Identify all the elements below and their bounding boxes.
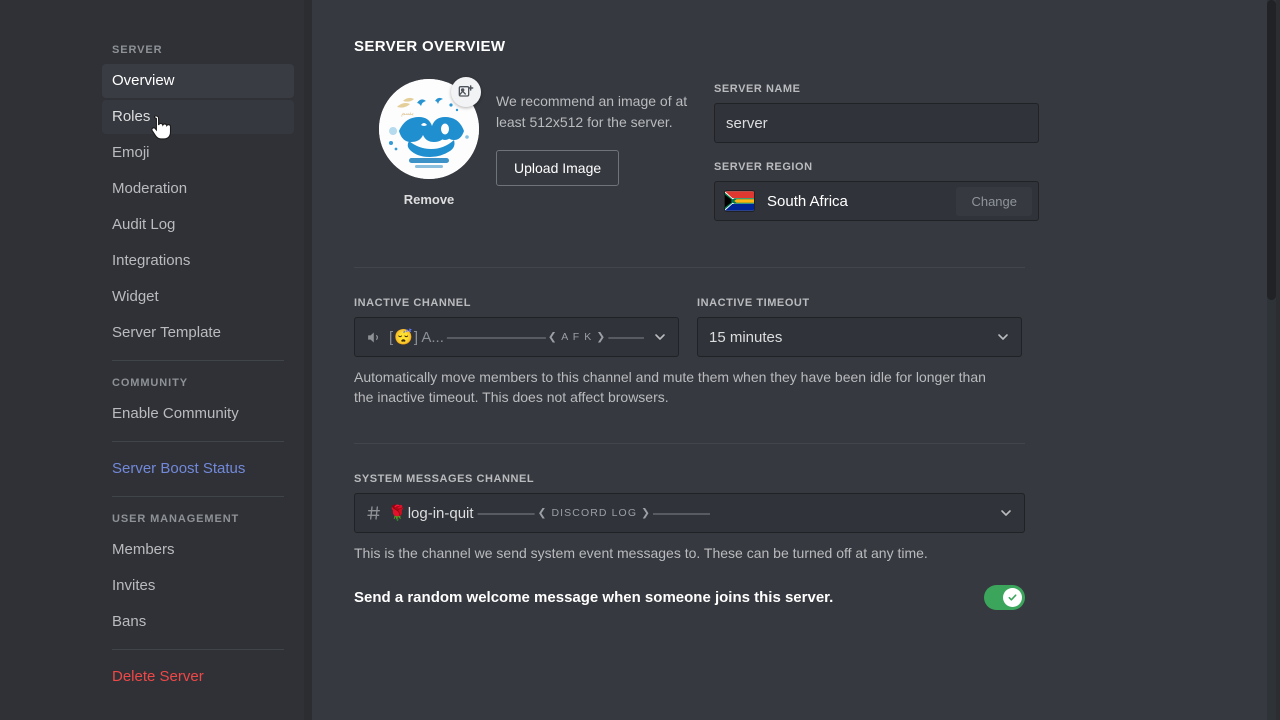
right-gutter — [1276, 0, 1280, 720]
text-channel-icon — [366, 505, 382, 521]
settings-content: Server Overview بسم — [312, 0, 1280, 720]
south-africa-flag-icon — [725, 191, 754, 211]
inactive-channel-prefix: [ — [389, 328, 394, 346]
sidebar-item-bans[interactable]: Bans — [102, 605, 294, 639]
toggle-knob — [1003, 588, 1022, 607]
check-icon — [1008, 594, 1017, 601]
inactive-timeout-select[interactable]: 15 minutes — [697, 317, 1022, 357]
sidebar-section-header: Community — [112, 377, 188, 389]
inactive-timeout-value: 15 minutes — [709, 328, 783, 346]
system-messages-group: System Messages Channel 🌹 log-in-quit ——… — [354, 473, 1280, 563]
sidebar-item-audit-log[interactable]: Audit Log — [102, 208, 294, 242]
inactive-description: Automatically move members to this chann… — [354, 369, 986, 405]
inactive-channel-group: Inactive Channel [ 😴 ] A... — [354, 297, 679, 357]
server-region-label: Server Region — [714, 161, 813, 173]
svg-text:بسم: بسم — [401, 109, 414, 117]
sidebar-item-widget[interactable]: Widget — [102, 280, 294, 314]
sidebar-item-roles[interactable]: Roles — [102, 100, 294, 134]
system-toggles: Send a random welcome message when someo… — [354, 585, 1280, 610]
sidebar-separator — [112, 649, 284, 650]
system-messages-select[interactable]: 🌹 log-in-quit ———— ❮ DISCORD LOG ❯ ———— — [354, 493, 1025, 533]
inactive-channel-emoji: 😴 — [394, 329, 413, 346]
recommend-text: We recommend an image of at least 512x51… — [496, 93, 688, 130]
server-region-row: South Africa Change — [714, 181, 1039, 221]
server-region-value: South Africa — [767, 192, 848, 210]
sidebar-item-delete-server[interactable]: Delete Server — [102, 660, 294, 694]
sidebar-section-header: User Management — [112, 513, 240, 525]
add-image-icon — [458, 85, 474, 97]
system-messages-label: System Messages Channel — [354, 473, 535, 485]
sidebar-item-overview[interactable]: Overview — [102, 64, 294, 98]
page-title: Server Overview — [354, 38, 506, 55]
avatar-recommendation: We recommend an image of at least 512x51… — [496, 79, 706, 186]
settings-sidebar: Server Overview Roles Emoji Moderation Audit … — [0, 0, 304, 720]
sidebar-separator — [112, 441, 284, 442]
sidebar-item-invites[interactable]: Invites — [102, 569, 294, 603]
voice-channel-icon — [366, 329, 383, 346]
server-fields-column: Server Name Server Region — [714, 79, 1039, 221]
sidebar-item-integrations[interactable]: Integrations — [102, 244, 294, 278]
section-divider-1 — [354, 267, 1025, 268]
inactive-channel-select[interactable]: [ 😴 ] A... ——————— ❮ A F K ❯ ———— ... — [354, 317, 679, 357]
toggle-row: Send a random welcome message when someo… — [354, 585, 1025, 610]
inactive-timeout-label: Inactive Timeout — [697, 297, 810, 309]
toggle-label: Send a random welcome message when someo… — [354, 589, 834, 606]
sidebar-divider — [304, 0, 312, 720]
sidebar-separator — [112, 496, 284, 497]
server-name-label: Server Name — [714, 83, 801, 95]
system-messages-emoji: 🌹 — [388, 505, 407, 522]
server-identity-row: بسم Remove We recommend an image of at l… — [354, 77, 1280, 221]
sidebar-item-server-template[interactable]: Server Template — [102, 316, 294, 350]
system-messages-name: log-in-quit — [407, 504, 474, 522]
system-messages-rule-right: ———— — [653, 504, 710, 522]
scrollbar-thumb[interactable] — [1267, 0, 1276, 300]
inactive-channel-label: Inactive Channel — [354, 297, 471, 309]
welcome-message-toggle[interactable] — [984, 585, 1025, 610]
inactive-channel-rule-right: ———— — [608, 328, 644, 346]
sidebar-section-header: Server — [112, 44, 163, 56]
sidebar-item-moderation[interactable]: Moderation — [102, 172, 294, 206]
inactive-settings-row: Inactive Channel [ 😴 ] A... — [354, 297, 1280, 357]
server-avatar-column: بسم Remove — [354, 77, 504, 207]
section-divider-2 — [354, 443, 1025, 444]
sidebar-list: Server Overview Roles Emoji Moderation Audit … — [102, 38, 294, 694]
inactive-channel-suffix: ] A... — [413, 328, 444, 346]
inactive-timeout-group: Inactive Timeout 15 minutes — [697, 297, 1022, 357]
sidebar-item-emoji[interactable]: Emoji — [102, 136, 294, 170]
upload-image-button[interactable]: Upload Image — [496, 150, 620, 186]
chevron-down-icon — [998, 505, 1014, 521]
sidebar-item-enable-community[interactable]: Enable Community — [102, 397, 294, 431]
chevron-down-icon — [995, 329, 1011, 345]
inactive-channel-rule-left: ——————— — [446, 328, 546, 346]
change-region-button[interactable]: Change — [956, 186, 1032, 216]
system-messages-value: 🌹 log-in-quit ———— ❮ DISCORD LOG ❯ ———— — [366, 504, 990, 522]
remove-avatar-link[interactable]: Remove — [404, 192, 455, 207]
sidebar-item-members[interactable]: Members — [102, 533, 294, 567]
system-messages-rule-left: ———— — [477, 504, 535, 522]
chevron-down-icon — [652, 329, 668, 345]
inactive-channel-value: [ 😴 ] A... ——————— ❮ A F K ❯ ———— ... — [366, 328, 644, 346]
inactive-channel-decor: ❮ A F K ❯ — [547, 331, 607, 343]
upload-avatar-badge[interactable] — [451, 77, 481, 107]
system-messages-decor: ❮ DISCORD LOG ❯ — [537, 507, 652, 519]
sidebar-separator — [112, 360, 284, 361]
sidebar-item-server-boost-status[interactable]: Server Boost Status — [102, 452, 294, 486]
settings-window: Server Overview Roles Emoji Moderation Audit … — [0, 0, 1280, 720]
server-name-input[interactable] — [714, 103, 1039, 143]
system-description: This is the channel we send system event… — [354, 545, 928, 561]
